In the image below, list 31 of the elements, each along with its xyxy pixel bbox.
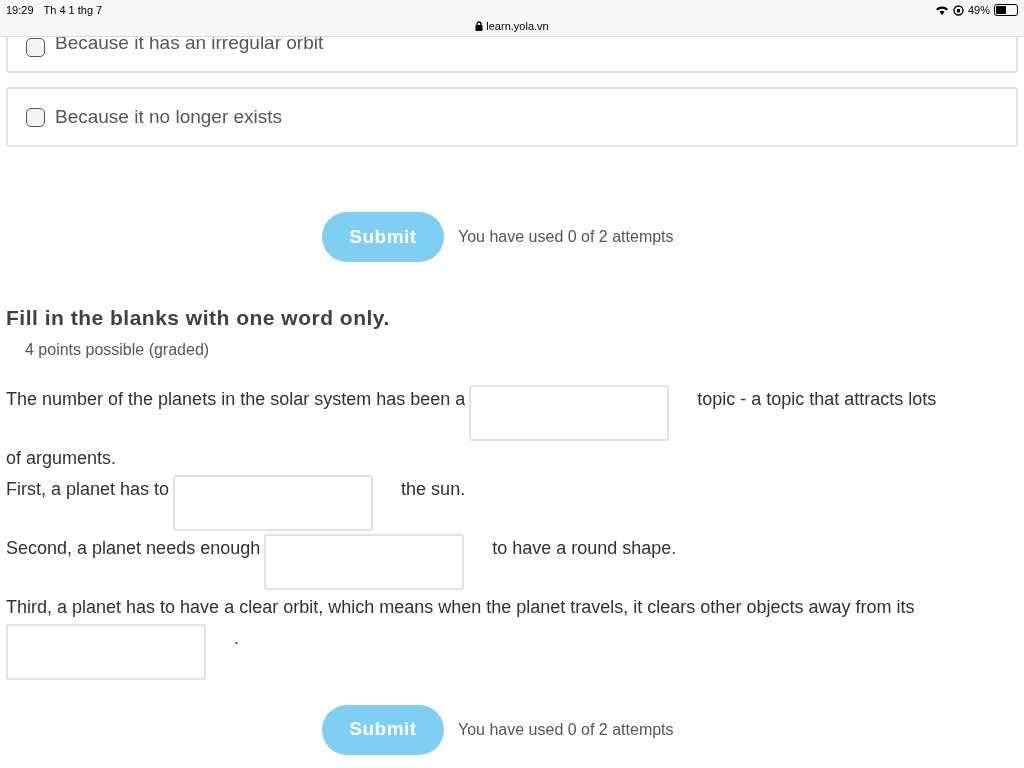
attempts-text: You have used 0 of 2 attempts bbox=[458, 719, 674, 740]
sentence-text: of arguments. bbox=[6, 446, 117, 470]
attempts-text: You have used 0 of 2 attempts bbox=[458, 227, 674, 247]
submit-button[interactable]: Submit bbox=[322, 704, 444, 755]
sentence-text: to have a round shape. bbox=[492, 536, 677, 560]
blank-field[interactable] bbox=[469, 384, 670, 441]
lock-icon bbox=[475, 20, 484, 31]
sentence-text: topic - a topic that attracts lots bbox=[697, 387, 937, 411]
orientation-lock-icon bbox=[952, 4, 964, 16]
question-title: Fill in the blanks with one word only. bbox=[6, 305, 391, 331]
submit-button[interactable]: Submit bbox=[322, 212, 444, 262]
blank-field[interactable] bbox=[6, 623, 206, 680]
battery-icon bbox=[994, 4, 1018, 17]
option-label: Because it no longer exists bbox=[55, 104, 283, 129]
status-time: 19:29 bbox=[6, 3, 34, 18]
wifi-icon bbox=[934, 4, 949, 16]
sentence-text: First, a planet has to bbox=[6, 477, 170, 501]
blank-field[interactable] bbox=[264, 533, 465, 590]
blank-field[interactable] bbox=[173, 474, 374, 531]
url-text[interactable]: learn.yola.vn bbox=[486, 17, 549, 34]
sentence-text: Second, a planet needs enough bbox=[6, 536, 261, 560]
sentence-text: The number of the planets in the solar system has been a bbox=[6, 387, 466, 411]
status-date: Th 4 1 thg 7 bbox=[43, 3, 103, 18]
checkbox[interactable] bbox=[26, 107, 45, 127]
points-text: 4 points possible (graded) bbox=[25, 339, 211, 360]
sentence-text: . bbox=[234, 626, 239, 650]
sentence-text: Third, a planet has to have a clear orbit, which means when the planet travels, it clears other objects away from its bbox=[6, 595, 915, 619]
checkbox[interactable] bbox=[26, 38, 45, 57]
sentence-text: the sun. bbox=[401, 477, 466, 501]
battery-percentage: 49% bbox=[967, 3, 990, 18]
option-label: Because it has an irregular orbit bbox=[55, 30, 324, 55]
